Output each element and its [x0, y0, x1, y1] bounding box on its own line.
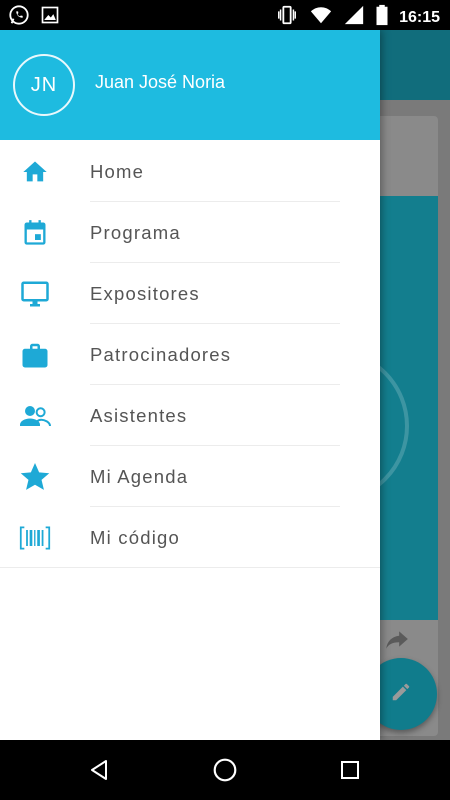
people-icon — [19, 400, 51, 432]
star-icon — [19, 461, 51, 493]
recents-icon[interactable] — [335, 755, 365, 785]
wifi-icon — [309, 4, 333, 31]
monitor-icon — [19, 278, 51, 310]
menu-item-label: Asistentes — [90, 405, 188, 426]
status-time: 16:15 — [399, 8, 440, 26]
home-icon — [19, 156, 51, 188]
share-icon[interactable] — [384, 626, 410, 652]
menu-item-programa[interactable]: Programa — [0, 202, 380, 263]
menu-item-expositores[interactable]: Expositores — [0, 263, 380, 324]
user-name: Juan José Noria — [95, 72, 226, 92]
calendar-icon — [19, 217, 51, 249]
menu-item-label: Mi Agenda — [90, 466, 189, 487]
menu-item-label: Mi código — [90, 527, 180, 548]
home-circle-icon[interactable] — [210, 755, 240, 785]
menu-item-mi-codigo[interactable]: Mi código — [0, 507, 380, 568]
barcode-icon — [19, 522, 51, 554]
drawer-menu: Home Programa Expositores Patrocinadores — [0, 141, 380, 568]
edit-icon — [390, 681, 412, 708]
menu-item-patrocinadores[interactable]: Patrocinadores — [0, 324, 380, 385]
vibrate-icon — [275, 4, 299, 31]
divider — [0, 567, 380, 568]
briefcase-icon — [19, 339, 51, 371]
status-bar: 16:15 — [0, 0, 450, 30]
menu-item-label: Programa — [90, 222, 181, 243]
menu-item-asistentes[interactable]: Asistentes — [0, 385, 380, 446]
menu-item-label: Patrocinadores — [90, 344, 232, 365]
menu-item-label: Expositores — [90, 283, 200, 304]
image-icon — [40, 5, 60, 30]
navigation-drawer: JN Juan José Noria Home Programa Exposit… — [0, 30, 380, 740]
avatar[interactable]: JN — [13, 54, 75, 116]
whatsapp-icon — [8, 4, 30, 31]
menu-item-mi-agenda[interactable]: Mi Agenda — [0, 446, 380, 507]
menu-item-label: Home — [90, 161, 145, 182]
navigation-bar — [0, 740, 450, 800]
avatar-initials: JN — [30, 73, 58, 96]
back-icon[interactable] — [84, 755, 114, 785]
signal-icon — [343, 4, 365, 31]
background-card-image — [255, 196, 438, 620]
battery-icon — [375, 4, 389, 31]
drawer-header: JN Juan José Noria — [0, 30, 380, 140]
menu-item-home[interactable]: Home — [0, 141, 380, 202]
